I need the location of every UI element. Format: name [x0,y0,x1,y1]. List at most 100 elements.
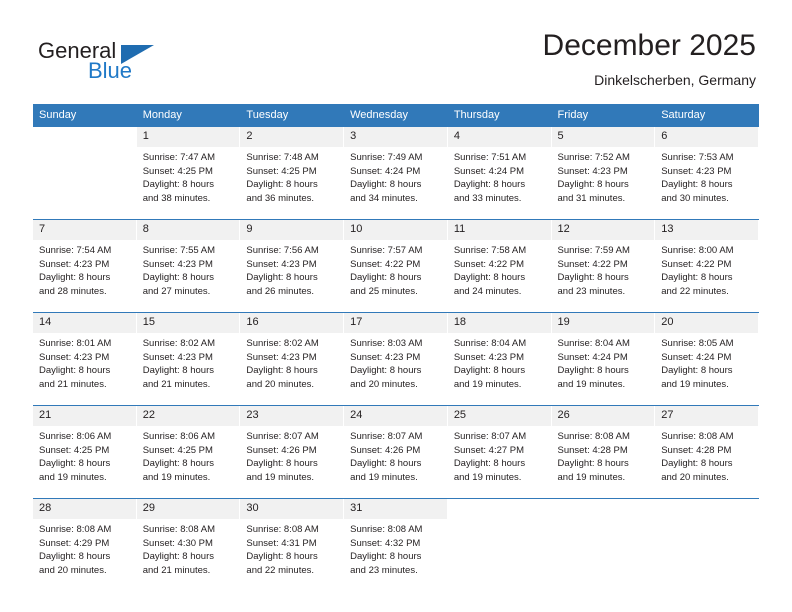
calendar-day-cell[interactable]: 4 Sunrise: 7:51 AM Sunset: 4:24 PM Daylight… [447,126,552,220]
calendar-day-cell[interactable]: 29 Sunrise: 8:08 AM Sunset: 4:30 PM Dayligh… [136,498,241,591]
sunset-text: Sunset: 4:24 PM [350,165,421,177]
calendar-day-cell[interactable]: 3 Sunrise: 7:49 AM Sunset: 4:24 PM Daylight… [344,126,448,220]
calendar-day-cell[interactable]: 11 Sunrise: 7:58 AM Sunset: 4:22 PM Dayligh… [447,219,552,313]
sunset-text: Sunset: 4:26 PM [246,444,317,456]
daylight-line2-text: and 27 minutes. [142,285,211,297]
sunrise-text: Sunrise: 7:57 AM [350,245,423,256]
sunset-text: Sunset: 4:22 PM [557,258,628,270]
calendar-day-cell[interactable]: 21 Sunrise: 8:06 AM Sunset: 4:25 PM Dayligh… [33,405,137,499]
sunset-text: Sunset: 4:28 PM [661,444,732,456]
day-number: 12 [551,220,656,240]
sunset-text: Sunset: 4:25 PM [246,165,317,177]
day-details: Sunrise: 8:06 AM Sunset: 4:25 PM Daylight:… [136,426,241,498]
calendar-day-cell[interactable]: 20 Sunrise: 8:05 AM Sunset: 4:24 PM Dayligh… [655,312,759,406]
daylight-line1-text: Daylight: 8 hours [453,365,526,376]
sunrise-text: Sunrise: 8:08 AM [350,524,423,535]
calendar-grid: Sunday Monday Tuesday Wednesday Thursday Frid… [33,104,759,591]
calendar-day-cell[interactable]: 1 Sunrise: 7:47 AM Sunset: 4:25 PM Daylight… [136,126,241,220]
sunrise-text: Sunrise: 7:54 AM [39,245,112,256]
daylight-line2-text: and 19 minutes. [39,471,107,483]
calendar-day-cell[interactable]: 26 Sunrise: 8:08 AM Sunset: 4:28 PM Dayligh… [551,405,656,499]
day-number: 17 [344,313,448,333]
day-number: 22 [136,406,241,426]
calendar-day-cell[interactable]: 23 Sunrise: 8:07 AM Sunset: 4:26 PM Dayligh… [240,405,345,499]
calendar-day-cell[interactable]: 16 Sunrise: 8:02 AM Sunset: 4:23 PM Dayligh… [240,312,345,406]
calendar-day-cell[interactable]: 13 Sunrise: 8:00 AM Sunset: 4:22 PM Dayligh… [655,219,759,313]
sunset-text: Sunset: 4:24 PM [453,165,525,177]
sunrise-text: Sunrise: 7:55 AM [142,245,216,256]
day-number: 6 [655,127,759,147]
general-blue-logo: General Blue [38,38,238,90]
calendar-day-cell[interactable]: 6 Sunrise: 7:53 AM Sunset: 4:23 PM Daylight… [655,126,759,220]
day-details: Sunrise: 7:49 AM Sunset: 4:24 PM Daylight:… [344,147,448,219]
calendar-day-cell[interactable]: 18 Sunrise: 8:04 AM Sunset: 4:23 PM Dayligh… [447,312,552,406]
day-number: 11 [447,220,552,240]
sunset-text: Sunset: 4:25 PM [39,444,110,456]
calendar-day-cell[interactable]: 17 Sunrise: 8:03 AM Sunset: 4:23 PM Dayligh… [344,312,448,406]
calendar-day-cell[interactable]: 25 Sunrise: 8:07 AM Sunset: 4:27 PM Dayligh… [447,405,552,499]
calendar-cell-empty [33,126,137,220]
sunrise-text: Sunrise: 8:06 AM [39,431,112,442]
daylight-line2-text: and 23 minutes. [557,285,626,297]
daylight-line1-text: Daylight: 8 hours [661,365,733,376]
daylight-line1-text: Daylight: 8 hours [661,272,733,283]
daylight-line1-text: Daylight: 8 hours [246,458,318,469]
day-details: Sunrise: 8:01 AM Sunset: 4:23 PM Daylight:… [33,333,137,405]
daylight-line2-text: and 34 minutes. [350,192,418,204]
sunset-text: Sunset: 4:26 PM [350,444,421,456]
calendar-day-cell[interactable]: 31 Sunrise: 8:08 AM Sunset: 4:32 PM Dayligh… [344,498,448,591]
calendar-day-cell[interactable]: 7 Sunrise: 7:54 AM Sunset: 4:23 PM Daylight… [33,219,137,313]
sunrise-text: Sunrise: 8:00 AM [661,245,734,256]
daylight-line2-text: and 20 minutes. [661,471,729,483]
calendar-day-cell[interactable]: 2 Sunrise: 7:48 AM Sunset: 4:25 PM Daylight… [240,126,345,220]
weekday-header-thursday: Thursday [447,104,552,127]
daylight-line1-text: Daylight: 8 hours [246,551,318,562]
calendar-page: General Blue December 2025 Dinkelscherbe… [0,0,792,612]
sunset-text: Sunset: 4:25 PM [142,165,213,177]
day-number: 7 [33,220,137,240]
calendar-day-cell[interactable]: 8 Sunrise: 7:55 AM Sunset: 4:23 PM Daylight… [136,219,241,313]
calendar-day-cell[interactable]: 5 Sunrise: 7:52 AM Sunset: 4:23 PM Daylight… [551,126,656,220]
daylight-line2-text: and 22 minutes. [246,564,315,576]
sunrise-text: Sunrise: 8:07 AM [350,431,423,442]
day-number: 14 [33,313,137,333]
calendar-week-row: 1 Sunrise: 7:47 AM Sunset: 4:25 PM Daylight… [33,126,759,220]
calendar-day-cell[interactable]: 9 Sunrise: 7:56 AM Sunset: 4:23 PM Daylight… [240,219,345,313]
day-details: Sunrise: 7:52 AM Sunset: 4:23 PM Daylight:… [551,147,656,219]
daylight-line1-text: Daylight: 8 hours [453,458,526,469]
calendar-day-cell[interactable]: 15 Sunrise: 8:02 AM Sunset: 4:23 PM Dayligh… [136,312,241,406]
calendar-day-cell[interactable]: 19 Sunrise: 8:04 AM Sunset: 4:24 PM Dayligh… [551,312,656,406]
day-details [655,519,759,591]
title-block: December 2025 Dinkelscherben, Germany [543,28,756,90]
day-number: 15 [136,313,241,333]
calendar-week-row: 21 Sunrise: 8:06 AM Sunset: 4:25 PM Dayligh… [33,405,759,499]
day-number: 1 [136,127,241,147]
calendar-day-cell[interactable]: 27 Sunrise: 8:08 AM Sunset: 4:28 PM Dayligh… [655,405,759,499]
day-details: Sunrise: 8:08 AM Sunset: 4:28 PM Daylight:… [551,426,656,498]
calendar-day-cell[interactable]: 22 Sunrise: 8:06 AM Sunset: 4:25 PM Dayligh… [136,405,241,499]
calendar-day-cell[interactable]: 10 Sunrise: 7:57 AM Sunset: 4:22 PM Dayligh… [344,219,448,313]
daylight-line2-text: and 19 minutes. [661,378,729,390]
sunset-text: Sunset: 4:24 PM [557,351,628,363]
sunrise-text: Sunrise: 8:08 AM [142,524,216,535]
sunrise-text: Sunrise: 8:04 AM [453,338,527,349]
day-details: Sunrise: 7:58 AM Sunset: 4:22 PM Daylight:… [447,240,552,312]
sunrise-text: Sunrise: 7:48 AM [246,152,319,163]
day-number: 13 [655,220,759,240]
calendar-day-cell[interactable]: 12 Sunrise: 7:59 AM Sunset: 4:22 PM Dayligh… [551,219,656,313]
calendar-day-cell[interactable]: 30 Sunrise: 8:08 AM Sunset: 4:31 PM Dayligh… [240,498,345,591]
calendar-day-cell[interactable]: 24 Sunrise: 8:07 AM Sunset: 4:26 PM Dayligh… [344,405,448,499]
calendar-day-cell[interactable]: 14 Sunrise: 8:01 AM Sunset: 4:23 PM Dayligh… [33,312,137,406]
day-number: 31 [344,499,448,519]
day-details: Sunrise: 7:54 AM Sunset: 4:23 PM Daylight:… [33,240,137,312]
sunrise-text: Sunrise: 8:03 AM [350,338,423,349]
calendar-day-cell[interactable]: 28 Sunrise: 8:08 AM Sunset: 4:29 PM Dayligh… [33,498,137,591]
day-number: 2 [240,127,345,147]
sunrise-text: Sunrise: 7:59 AM [557,245,630,256]
day-number: 29 [136,499,241,519]
weekday-header-saturday: Saturday [655,104,759,127]
sunset-text: Sunset: 4:29 PM [39,537,110,549]
sunset-text: Sunset: 4:23 PM [246,351,317,363]
daylight-line2-text: and 25 minutes. [350,285,418,297]
page-header: General Blue December 2025 Dinkelscherbe… [0,0,792,100]
